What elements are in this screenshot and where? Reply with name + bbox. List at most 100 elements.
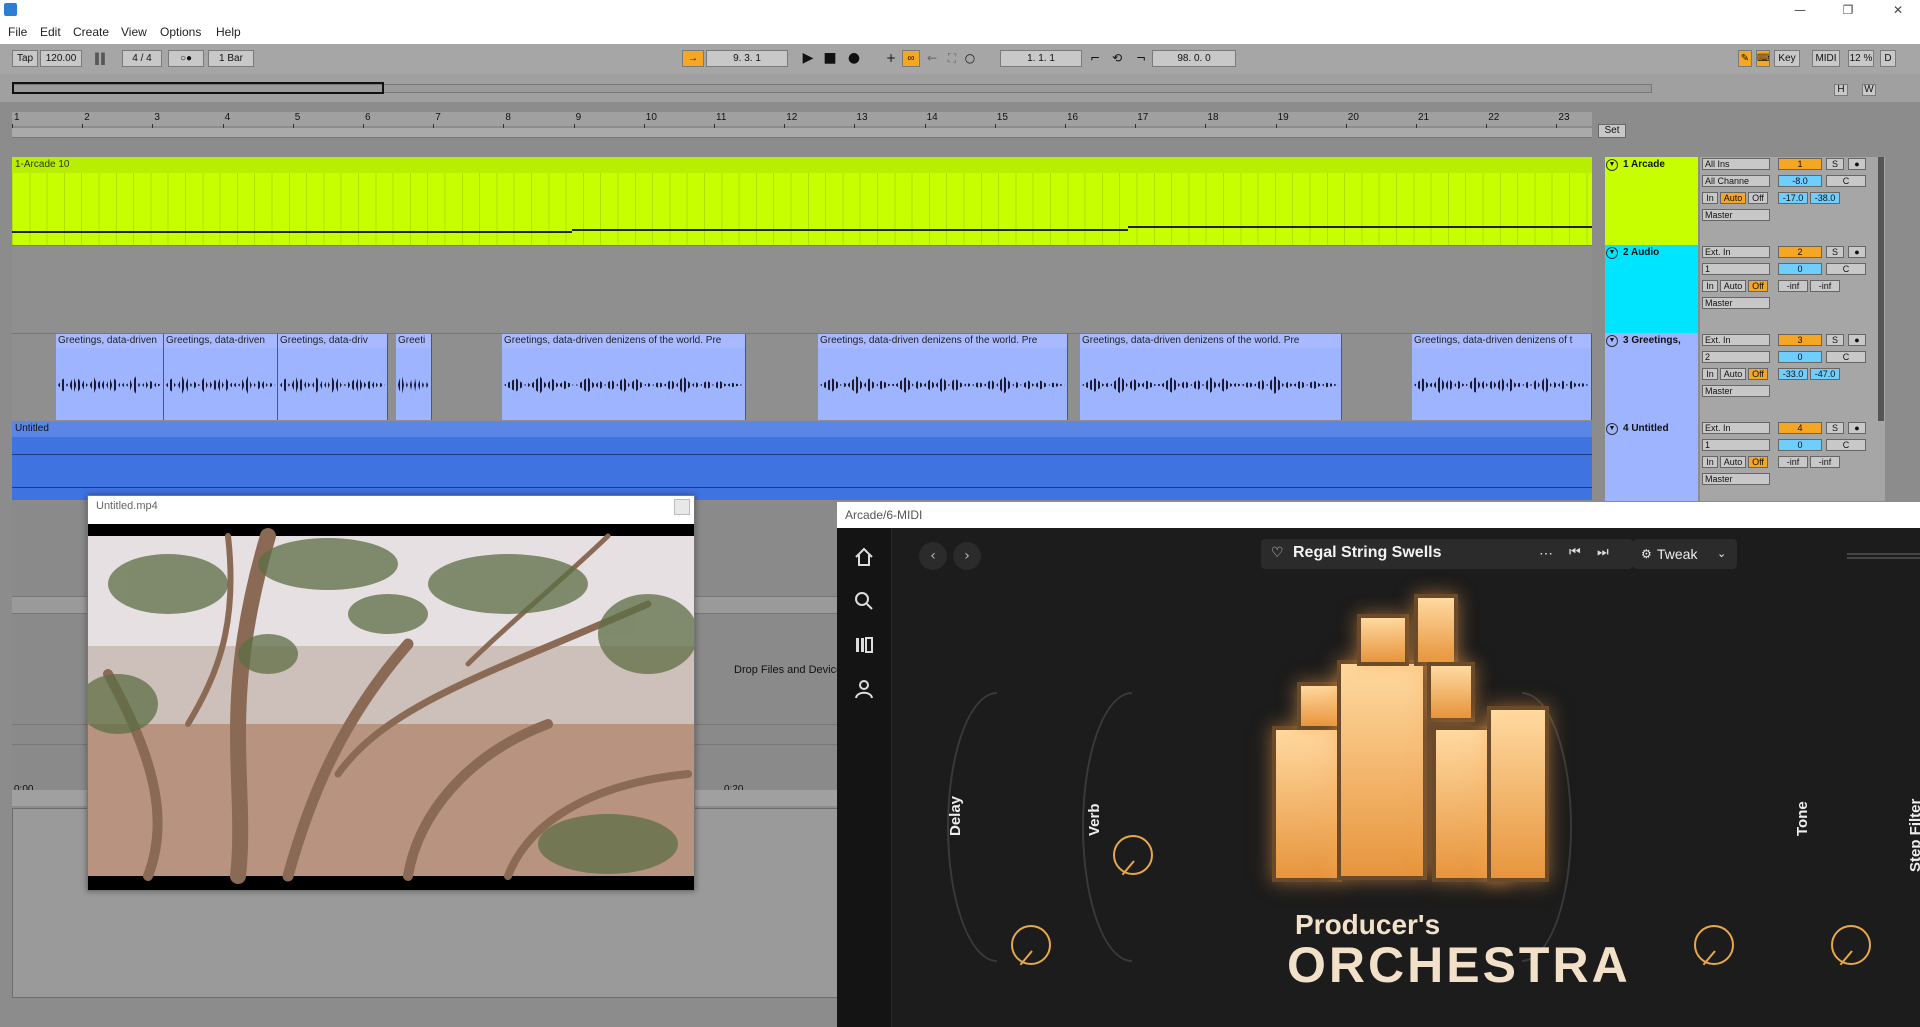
monitor-off-button[interactable]: Off: [1748, 456, 1768, 468]
preset-name[interactable]: Regal String Swells: [1293, 544, 1441, 562]
audio-clip[interactable]: Greetings, data-driven: [56, 334, 164, 420]
input-channel-select[interactable]: 1: [1702, 439, 1770, 451]
audio-clip[interactable]: Greetings, data-driv: [278, 334, 388, 420]
beat-time-ruler[interactable]: 1 2 3 4 5 6 7 8 9 10 11 12 13 14 15 16 17 18 19 20 21 22 23: [12, 112, 1592, 128]
search-icon[interactable]: [853, 590, 875, 612]
monitor-auto-button[interactable]: Auto: [1720, 280, 1746, 292]
overdub-icon[interactable]: +: [884, 50, 898, 67]
plugin-window[interactable]: Arcade/6-MIDI ‹ › ♡ Regal String Swells …: [837, 502, 1920, 1027]
volume-field[interactable]: 0: [1778, 439, 1822, 451]
monitor-auto-button[interactable]: Auto: [1720, 192, 1746, 204]
audio-clip[interactable]: Greetings, data-driven denizens of t: [1412, 334, 1592, 420]
midi-clip-header[interactable]: [12, 157, 1592, 173]
tweak-button[interactable]: ⚙ Tweak ⌄: [1633, 539, 1737, 569]
menu-file[interactable]: File: [8, 25, 27, 39]
loop-brace-bar[interactable]: [12, 128, 1592, 138]
menu-create[interactable]: Create: [73, 25, 109, 39]
audio-clip[interactable]: Greetings, data-driven: [164, 334, 278, 420]
close-icon[interactable]: [674, 499, 690, 515]
draw-mode-icon[interactable]: ✎: [1738, 50, 1752, 67]
hide-button[interactable]: H: [1834, 84, 1848, 96]
session-record-icon[interactable]: ○: [962, 50, 978, 67]
track-4-lane[interactable]: Untitled: [12, 421, 1592, 501]
arrangement-overview[interactable]: H W: [0, 74, 1920, 102]
quantize-menu[interactable]: 1 Bar: [208, 50, 254, 67]
input-type-select[interactable]: All Ins: [1702, 158, 1770, 170]
track-activator[interactable]: 3: [1778, 334, 1822, 346]
tempo-field[interactable]: 120.00: [40, 50, 82, 67]
video-window[interactable]: Untitled.mp4: [78, 495, 698, 891]
menu-help[interactable]: Help: [216, 25, 241, 39]
arm-button[interactable]: ●: [1848, 158, 1866, 170]
solo-button[interactable]: S: [1826, 334, 1844, 346]
computer-keyboard-icon[interactable]: ⌨: [1756, 50, 1770, 67]
punch-in-icon[interactable]: ⌐: [1086, 50, 1104, 67]
overview-viewport[interactable]: [12, 82, 384, 94]
arrangement-position[interactable]: 9. 3. 1: [706, 50, 788, 67]
pan-field[interactable]: C: [1826, 263, 1866, 275]
monitor-in-button[interactable]: In: [1702, 192, 1718, 204]
menu-view[interactable]: View: [121, 25, 147, 39]
back-to-arrangement-icon[interactable]: ←: [924, 50, 940, 67]
resize-handle[interactable]: [1847, 553, 1920, 559]
next-page-icon[interactable]: ›: [953, 542, 981, 570]
arm-button[interactable]: ●: [1848, 422, 1866, 434]
track-activator[interactable]: 2: [1778, 246, 1822, 258]
audio-clip[interactable]: Greeti: [396, 334, 432, 420]
monitor-off-button[interactable]: Off: [1748, 192, 1768, 204]
step-filter-knob[interactable]: [1831, 925, 1871, 965]
time-signature-field[interactable]: 4 / 4: [122, 50, 162, 67]
fold-icon[interactable]: ▼: [1606, 335, 1618, 347]
volume-field[interactable]: 0: [1778, 263, 1822, 275]
track-1-header[interactable]: ▼ 1 Arcade: [1605, 157, 1698, 245]
audio-clip[interactable]: Greetings, data-driven denizens of the w…: [1080, 334, 1342, 420]
metronome-button[interactable]: ○●: [168, 50, 204, 67]
arm-button[interactable]: ●: [1848, 334, 1866, 346]
verb-knob[interactable]: [1113, 835, 1153, 875]
input-channel-select[interactable]: 2: [1702, 351, 1770, 363]
set-locator-button[interactable]: Set: [1598, 124, 1626, 138]
user-icon[interactable]: [853, 678, 875, 700]
more-options-icon[interactable]: ⋯: [1539, 545, 1553, 562]
output-select[interactable]: Master: [1702, 209, 1770, 221]
wide-button[interactable]: W: [1862, 84, 1876, 96]
input-type-select[interactable]: Ext. In: [1702, 422, 1770, 434]
minimize-button[interactable]: —: [1790, 2, 1810, 18]
nudge-icon[interactable]: ‖‖: [86, 50, 114, 67]
delay-knob[interactable]: [1011, 925, 1051, 965]
tone-knob[interactable]: [1694, 925, 1734, 965]
previous-page-icon[interactable]: ‹: [919, 542, 947, 570]
loop-switch-icon[interactable]: ⟲: [1108, 50, 1126, 67]
monitor-in-button[interactable]: In: [1702, 456, 1718, 468]
library-icon[interactable]: [853, 634, 875, 656]
monitor-auto-button[interactable]: Auto: [1720, 456, 1746, 468]
track-2-lane[interactable]: [12, 245, 1592, 333]
loop-length-field[interactable]: 98. 0. 0: [1152, 50, 1236, 67]
input-type-select[interactable]: Ext. In: [1702, 246, 1770, 258]
track-activator[interactable]: 4: [1778, 422, 1822, 434]
track-2-header[interactable]: ▼ 2 Audio: [1605, 245, 1698, 333]
restore-button[interactable]: ❐: [1838, 2, 1858, 18]
track-3-header[interactable]: ▼ 3 Greetings,: [1605, 333, 1698, 421]
monitor-auto-button[interactable]: Auto: [1720, 368, 1746, 380]
solo-button[interactable]: S: [1826, 158, 1844, 170]
volume-field[interactable]: -8.0: [1778, 175, 1822, 187]
home-icon[interactable]: [853, 546, 875, 568]
solo-button[interactable]: S: [1826, 246, 1844, 258]
input-channel-select[interactable]: All Channe: [1702, 175, 1770, 187]
fold-icon[interactable]: ▼: [1606, 423, 1618, 435]
midi-map-button[interactable]: MIDI: [1812, 50, 1840, 67]
output-select[interactable]: Master: [1702, 385, 1770, 397]
automation-arm-icon[interactable]: ∞: [902, 50, 920, 67]
input-channel-select[interactable]: 1: [1702, 263, 1770, 275]
pan-field[interactable]: C: [1826, 175, 1866, 187]
monitor-off-button[interactable]: Off: [1748, 280, 1768, 292]
punch-out-icon[interactable]: ¬: [1132, 50, 1150, 67]
close-button[interactable]: ✕: [1888, 2, 1908, 18]
pan-field[interactable]: C: [1826, 351, 1866, 363]
menu-options[interactable]: Options: [160, 25, 201, 39]
stop-icon[interactable]: ■: [822, 50, 838, 67]
track-4-header[interactable]: ▼ 4 Untitled: [1605, 421, 1698, 501]
tap-tempo-button[interactable]: Tap: [12, 50, 38, 67]
favorite-heart-icon[interactable]: ♡: [1271, 545, 1284, 561]
